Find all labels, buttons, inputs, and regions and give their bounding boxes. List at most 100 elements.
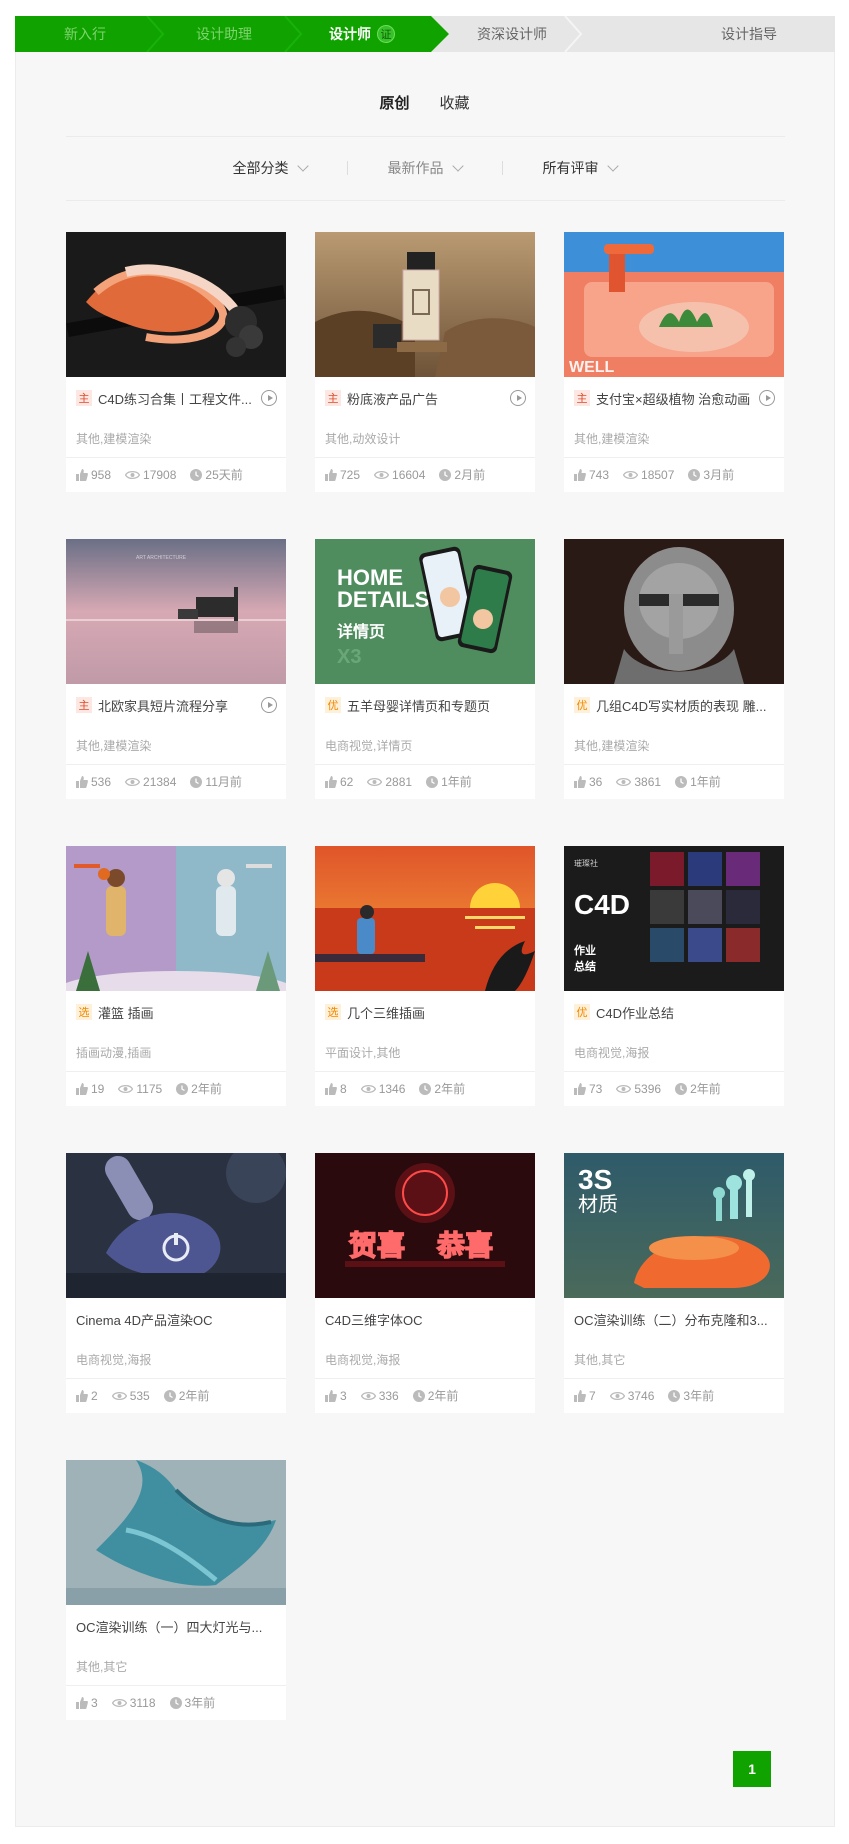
views-stat: 16604	[374, 468, 425, 482]
step-label: 新入行	[64, 26, 106, 42]
work-title[interactable]: Cinema 4D产品渲染OC	[76, 1310, 277, 1329]
svg-text:DETAILS: DETAILS	[337, 587, 429, 612]
work-title[interactable]: 粉底液产品广告	[347, 389, 506, 408]
step-senior-designer: 资深设计师	[431, 16, 583, 52]
work-card[interactable]: HOME DETAILS 详情页 X3 优 五羊母婴详情页和专题页 电商视觉,详…	[315, 539, 535, 799]
views-count: 3118	[129, 1695, 156, 1710]
views-count: 18507	[641, 467, 675, 482]
work-categories: 其他,其它	[66, 1647, 286, 1686]
work-thumbnail[interactable]	[564, 539, 784, 684]
views-stat: 3861	[616, 775, 661, 789]
sort-filter-label: 最新作品	[387, 160, 444, 176]
time-stat: 11月前	[190, 773, 242, 790]
work-title[interactable]: OC渲染训练（一）四大灯光与...	[76, 1617, 277, 1636]
work-categories: 其他,建模渲染	[564, 726, 784, 765]
chevron-down-icon	[296, 160, 309, 172]
time-stat: 2月前	[439, 466, 485, 483]
rating-filter[interactable]: 所有评审	[503, 158, 657, 178]
work-thumbnail[interactable]	[66, 1153, 286, 1298]
thumbs-up-icon	[76, 1696, 88, 1709]
video-play-icon	[261, 390, 277, 406]
work-stats: 725 16604 2月前	[315, 458, 535, 491]
svg-text:C4D: C4D	[574, 889, 630, 920]
work-title[interactable]: 几组C4D写实材质的表现 雕...	[596, 696, 775, 715]
work-title[interactable]: C4D三维字体OC	[325, 1310, 526, 1329]
work-title[interactable]: C4D作业总结	[596, 1003, 775, 1022]
clock-icon	[163, 1389, 176, 1402]
work-card[interactable]: 贺喜 恭喜 C4D三维字体OC 电商视觉,海报 3 336 2年前	[315, 1153, 535, 1413]
work-stats: 743 18507 3月前	[564, 458, 784, 491]
views-count: 336	[378, 1388, 399, 1403]
likes-stat: 7	[574, 1389, 596, 1403]
page-1-button[interactable]: 1	[733, 1751, 771, 1787]
time-stat: 2年前	[163, 1387, 209, 1404]
sort-filter[interactable]: 最新作品	[348, 158, 502, 178]
work-thumbnail[interactable]: WELL	[564, 232, 784, 377]
views-count: 3861	[634, 774, 662, 789]
work-card[interactable]: 璀璨社 C4D 作业 总结 优 C4D作业总结 电商视觉,海报 73 5396 …	[564, 846, 784, 1106]
work-title[interactable]: C4D练习合集丨工程文件...	[98, 389, 257, 408]
eye-icon	[616, 777, 632, 786]
work-thumbnail[interactable]: 3S 材质	[564, 1153, 784, 1298]
work-thumbnail[interactable]: ART ARCHITECTURE	[66, 539, 286, 684]
work-thumbnail[interactable]	[315, 232, 535, 377]
clock-icon	[412, 1389, 425, 1402]
work-thumbnail[interactable]: 璀璨社 C4D 作业 总结	[564, 846, 784, 991]
work-thumbnail[interactable]: 贺喜 恭喜	[315, 1153, 535, 1298]
step-separator-icon	[564, 16, 583, 52]
category-filter[interactable]: 全部分类	[193, 158, 347, 178]
work-title[interactable]: 几个三维插画	[347, 1003, 526, 1022]
work-card[interactable]: Cinema 4D产品渲染OC 电商视觉,海报 2 535 2年前	[66, 1153, 286, 1413]
likes-stat: 536	[76, 775, 111, 789]
step-assistant: 设计助理	[155, 16, 303, 52]
step-designer: 设计师 证	[293, 16, 449, 52]
work-stats: 3 3118 3年前	[66, 1686, 286, 1719]
work-stats: 8 1346 2年前	[315, 1072, 535, 1105]
work-card[interactable]: 优 几组C4D写实材质的表现 雕... 其他,建模渲染 36 3861 1年前	[564, 539, 784, 799]
thumbs-up-icon	[574, 1389, 586, 1402]
current-step-arrow-icon	[431, 16, 449, 52]
views-count: 1346	[378, 1081, 406, 1096]
tab-favorites[interactable]: 收藏	[440, 92, 470, 113]
publish-time: 2年前	[191, 1082, 222, 1096]
svg-text:作业: 作业	[574, 943, 596, 957]
clock-icon	[190, 468, 203, 481]
work-categories: 其他,动效设计	[315, 419, 535, 458]
thumbnail-illustration: ART ARCHITECTURE	[66, 539, 286, 684]
work-card[interactable]: WELL 主 支付宝×超级植物 治愈动画 其他,建模渲染 743 18507 3…	[564, 232, 784, 492]
work-card[interactable]: 3S 材质 OC渲染训练（二）分布克隆和3... 其他,其它 7 3746 3年…	[564, 1153, 784, 1413]
eye-icon	[125, 470, 141, 479]
work-card[interactable]: 选 几个三维插画 平面设计,其他 8 1346 2年前	[315, 846, 535, 1106]
work-title[interactable]: OC渲染训练（二）分布克隆和3...	[574, 1310, 775, 1329]
work-card[interactable]: OC渲染训练（一）四大灯光与... 其他,其它 3 3118 3年前	[66, 1460, 286, 1720]
chevron-down-icon	[451, 160, 464, 172]
work-categories: 平面设计,其他	[315, 1033, 535, 1072]
clock-icon	[675, 1082, 688, 1095]
work-thumbnail[interactable]	[315, 846, 535, 991]
work-thumbnail[interactable]	[66, 232, 286, 377]
work-title[interactable]: 支付宝×超级植物 治愈动画	[596, 389, 755, 408]
work-card[interactable]: 选 灌篮 插画 插画动漫,插画 19 1175 2年前	[66, 846, 286, 1106]
work-thumbnail[interactable]	[66, 846, 286, 991]
work-thumbnail[interactable]	[66, 1460, 286, 1605]
work-title[interactable]: 五羊母婴详情页和专题页	[347, 696, 526, 715]
work-card[interactable]: 主 粉底液产品广告 其他,动效设计 725 16604 2月前	[315, 232, 535, 492]
views-stat: 21384	[125, 775, 176, 789]
eye-icon	[111, 1391, 127, 1400]
step-label: 设计指导	[721, 26, 777, 42]
views-count: 3746	[627, 1388, 655, 1403]
publish-time: 1年前	[690, 775, 721, 789]
works-grid: 主 C4D练习合集丨工程文件... 其他,建模渲染 958 17908 25天前…	[66, 232, 785, 1720]
work-title[interactable]: 灌篮 插画	[98, 1003, 277, 1022]
publish-time: 3月前	[703, 468, 735, 482]
likes-count: 73	[589, 1081, 603, 1096]
tab-original[interactable]: 原创	[379, 92, 409, 113]
work-card[interactable]: 主 C4D练习合集丨工程文件... 其他,建模渲染 958 17908 25天前	[66, 232, 286, 492]
likes-count: 3	[91, 1695, 98, 1710]
likes-count: 725	[340, 467, 361, 482]
work-title-row: C4D三维字体OC	[315, 1298, 535, 1340]
work-title[interactable]: 北欧家具短片流程分享	[98, 696, 257, 715]
work-card[interactable]: ART ARCHITECTURE 主 北欧家具短片流程分享 其他,建模渲染 53…	[66, 539, 286, 799]
publish-time: 2月前	[454, 468, 486, 482]
work-thumbnail[interactable]: HOME DETAILS 详情页 X3	[315, 539, 535, 684]
